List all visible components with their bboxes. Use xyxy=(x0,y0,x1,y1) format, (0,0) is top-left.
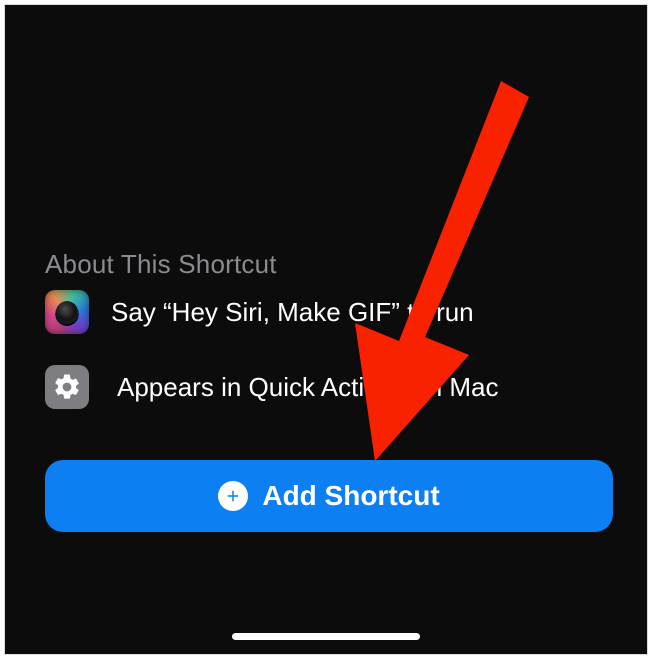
home-indicator xyxy=(232,633,420,640)
siri-hint-row: Say “Hey Siri, Make GIF” to run xyxy=(45,290,474,334)
section-title: About This Shortcut xyxy=(45,249,277,280)
siri-icon xyxy=(45,290,89,334)
gear-icon xyxy=(45,365,89,409)
plus-circle-icon xyxy=(218,481,248,511)
quick-actions-text: Appears in Quick Actions on Mac xyxy=(117,372,499,403)
quick-actions-row: Appears in Quick Actions on Mac xyxy=(45,365,499,409)
siri-hint-text: Say “Hey Siri, Make GIF” to run xyxy=(111,297,474,328)
shortcut-detail-panel: About This Shortcut Say “Hey Siri, Make … xyxy=(4,4,648,655)
annotation-arrow-icon xyxy=(351,81,531,481)
add-shortcut-label: Add Shortcut xyxy=(262,480,439,512)
add-shortcut-button[interactable]: Add Shortcut xyxy=(45,460,613,532)
